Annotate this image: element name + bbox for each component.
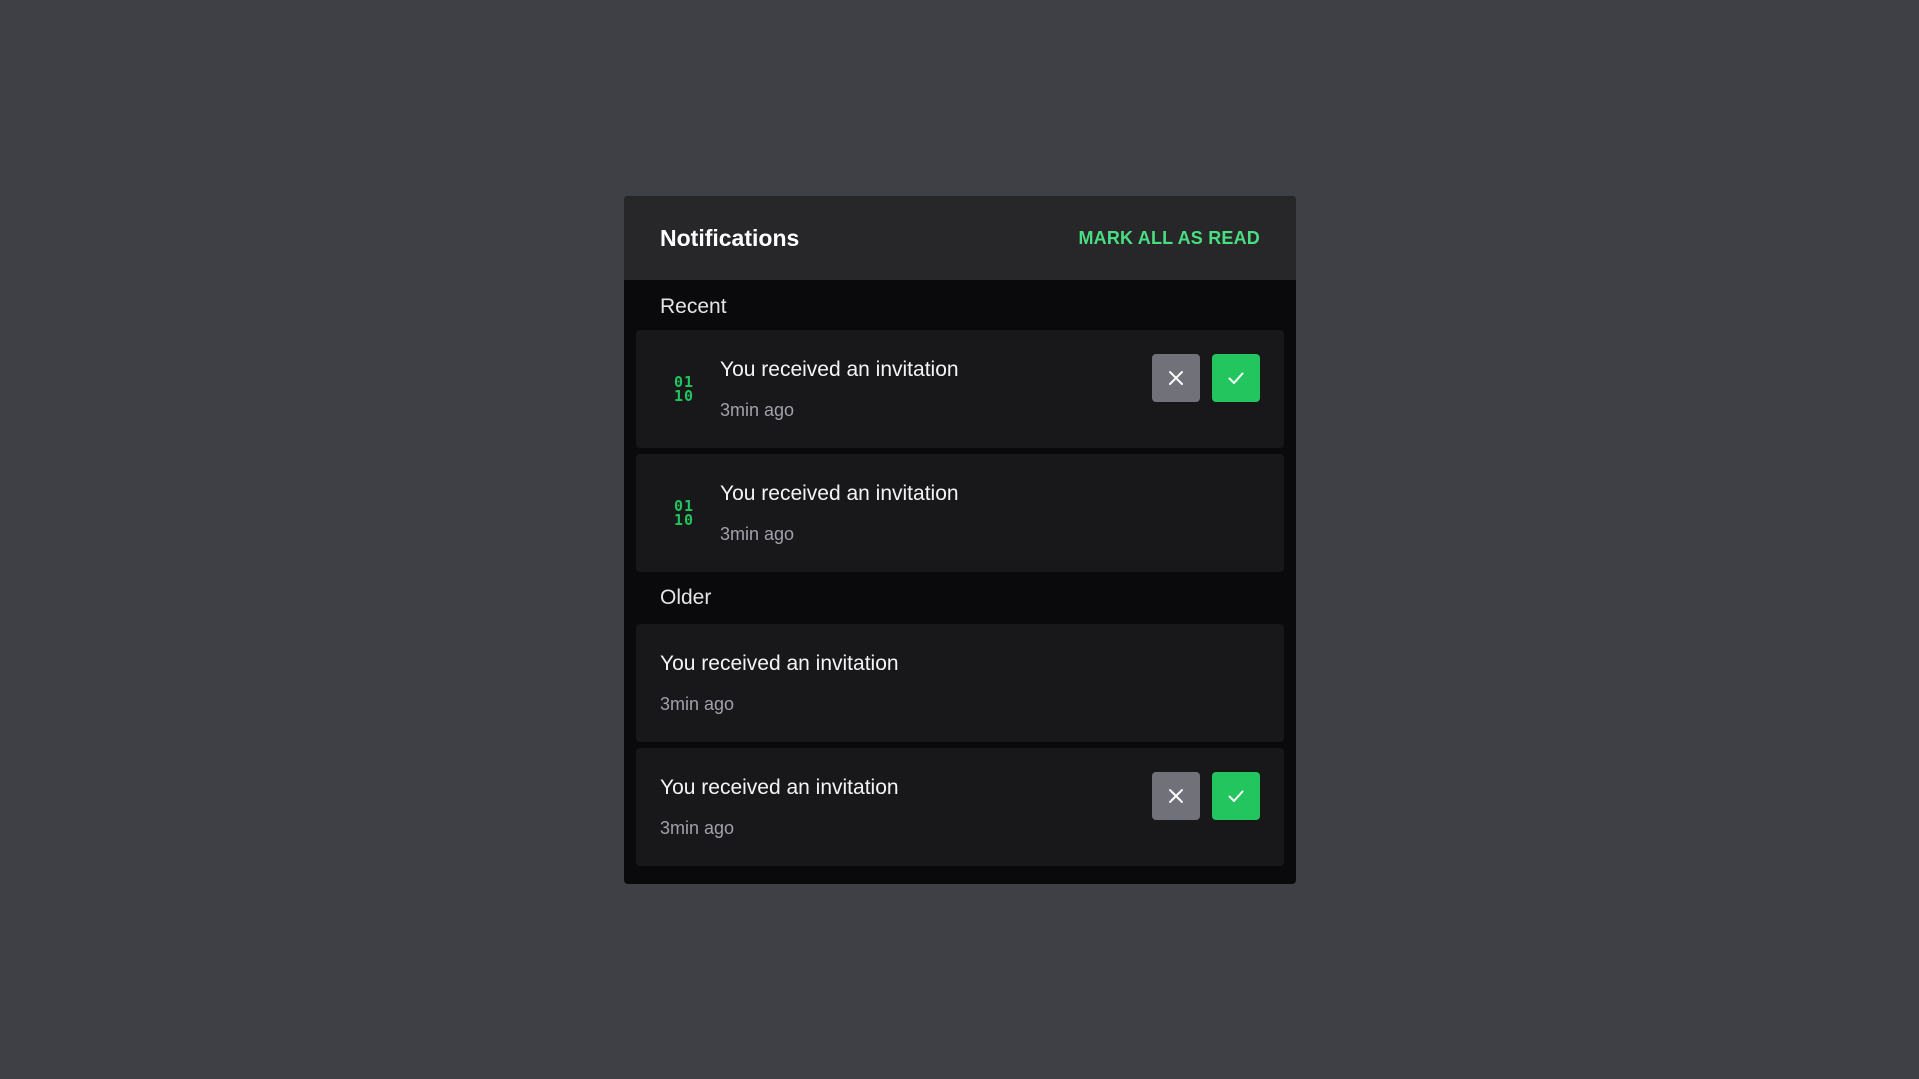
notification-card[interactable]: You received an invitation 3min ago [636, 748, 1284, 866]
notification-actions [1152, 354, 1260, 402]
section-label-older: Older [660, 586, 712, 609]
decline-button[interactable] [1152, 772, 1200, 820]
notification-time: 3min ago [720, 399, 795, 420]
notification-actions [1152, 772, 1260, 820]
binary-icon-bottom: 10 [673, 387, 695, 405]
notification-card[interactable]: You received an invitation 3min ago [636, 624, 1284, 742]
binary-icon: 01 10 [648, 375, 720, 405]
notification-time: 3min ago [660, 693, 735, 714]
decline-button[interactable] [1152, 354, 1200, 402]
notification-content: You received an invitation 3min ago [720, 482, 959, 545]
notification-message: You received an invitation [660, 775, 899, 799]
close-icon [1169, 789, 1183, 803]
notification-content: You received an invitation 3min ago [636, 776, 899, 839]
close-icon [1169, 371, 1183, 385]
binary-icon-bottom: 10 [673, 511, 695, 529]
accept-button[interactable] [1212, 354, 1260, 402]
panel-title: Notifications [660, 224, 800, 251]
notification-time: 3min ago [660, 817, 735, 838]
notification-time: 3min ago [720, 523, 795, 544]
binary-icon: 01 10 [648, 499, 720, 529]
mark-all-read-button[interactable]: MARK ALL AS READ [1078, 228, 1260, 249]
notification-message: You received an invitation [720, 357, 959, 381]
notifications-panel: Notifications MARK ALL AS READ Recent 01… [624, 196, 1296, 884]
notification-message: You received an invitation [660, 651, 899, 675]
panel-header: Notifications MARK ALL AS READ [624, 196, 1296, 280]
section-label-recent: Recent [660, 295, 727, 318]
accept-button[interactable] [1212, 772, 1260, 820]
check-icon [1228, 372, 1244, 384]
check-icon [1228, 790, 1244, 802]
notification-content: You received an invitation 3min ago [720, 358, 959, 421]
notification-card[interactable]: 01 10 You received an invitation 3min ag… [636, 330, 1284, 448]
notification-content: You received an invitation 3min ago [636, 652, 899, 715]
notification-card[interactable]: 01 10 You received an invitation 3min ag… [636, 454, 1284, 572]
notification-message: You received an invitation [720, 481, 959, 505]
